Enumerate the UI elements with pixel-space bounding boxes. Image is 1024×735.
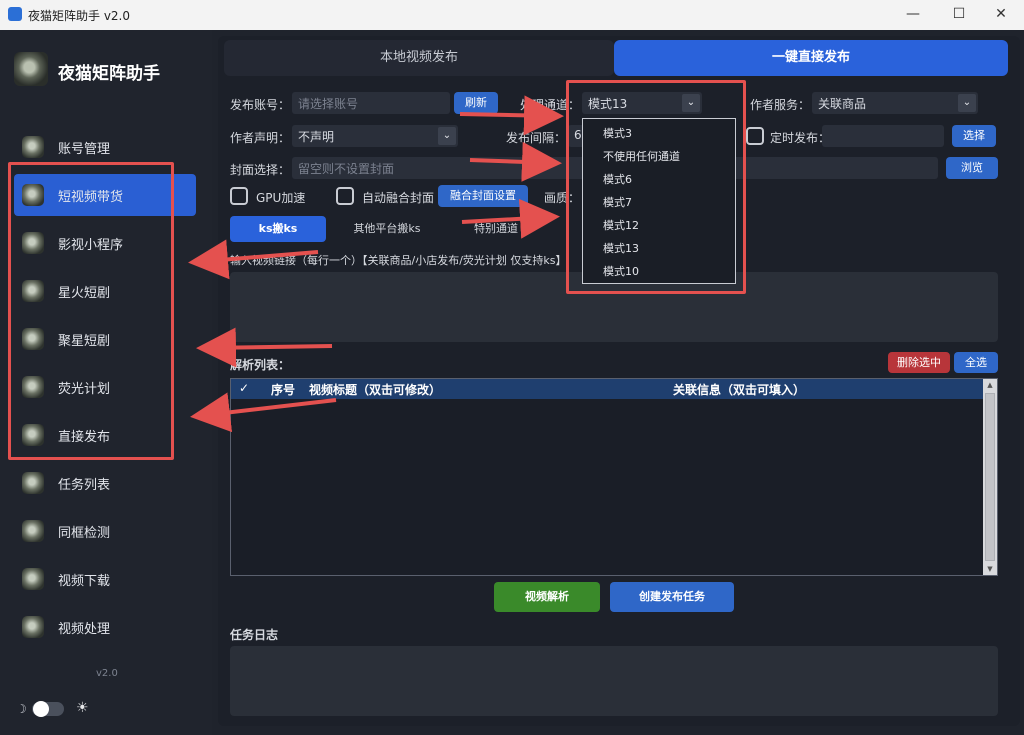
arrow-icon	[459, 95, 564, 136]
arrow-icon	[190, 392, 337, 433]
arrow-icon	[469, 141, 562, 182]
arrow-icon	[188, 239, 319, 280]
annotation-arrows	[188, 95, 564, 433]
arrow-icon	[461, 198, 560, 239]
arrow-icon	[196, 327, 333, 368]
